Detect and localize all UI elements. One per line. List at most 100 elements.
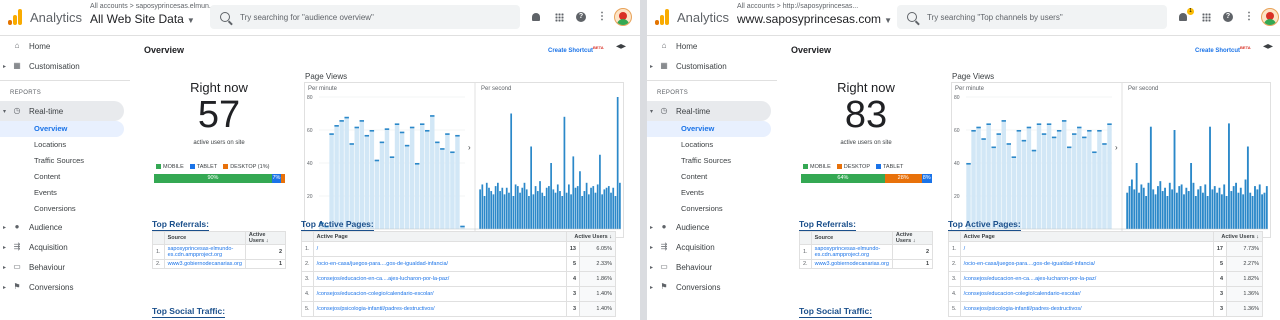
sidebar-item-content[interactable]: Content (0, 169, 130, 185)
sidebar-item-events[interactable]: Events (647, 185, 777, 201)
more-options-icon[interactable]: ⋮ (1243, 11, 1255, 23)
source-column-header[interactable]: Source (810, 231, 893, 245)
chevron-right-icon[interactable]: › (468, 143, 471, 152)
sidebar-item-customisation[interactable]: ▸ ▦ Customisation (0, 56, 130, 76)
per-second-bar (581, 196, 584, 229)
help-icon[interactable]: ? (575, 11, 587, 23)
active-page-link[interactable]: / (312, 241, 567, 257)
active-page-link[interactable]: /consejos/psicologia-infantil/padres-des… (959, 301, 1214, 317)
education-cap-icon[interactable] (1263, 44, 1273, 49)
device-share-bar: 90% 7% (154, 174, 285, 183)
active-page-column-header[interactable]: Active Page (312, 231, 567, 242)
top-active-pages-title: Top Active Pages: (948, 219, 1021, 231)
per-second-bar (523, 182, 526, 229)
sidebar-item-acquisition[interactable]: ▸ ⇶ Acquisition (0, 237, 130, 257)
per-minute-bar (455, 134, 460, 229)
per-second-bar (503, 194, 506, 229)
sidebar-item-overview[interactable]: Overview (647, 121, 771, 137)
sidebar-item-behaviour[interactable]: ▸ ▭ Behaviour (0, 257, 130, 277)
account-avatar[interactable] (1261, 8, 1279, 26)
sidebar-item-acquisition[interactable]: ▸ ⇶ Acquisition (647, 237, 777, 257)
per-second-bar (1185, 187, 1188, 229)
help-icon[interactable]: ? (1222, 11, 1234, 23)
create-shortcut-link[interactable]: Create ShortcutBETA (548, 45, 604, 54)
active-page-link[interactable]: / (959, 241, 1214, 257)
per-second-bar (519, 192, 521, 229)
sidebar-item-overview[interactable]: Overview (0, 121, 124, 137)
sidebar-item-locations[interactable]: Locations (0, 137, 130, 153)
per-second-bar (610, 192, 612, 229)
sidebar-item-events[interactable]: Events (0, 185, 130, 201)
account-selector[interactable]: All accounts > saposyprincesas.elmun... … (90, 3, 215, 25)
active-page-link[interactable]: /consejos/educacion-en-ca....ajes-luchar… (959, 271, 1214, 287)
sidebar-item-realtime[interactable]: ▾ ◷ Real-time (647, 101, 771, 121)
source-column-header[interactable]: Source (163, 231, 246, 245)
sidebar-label: Home (676, 41, 698, 51)
notifications-icon[interactable] (530, 11, 542, 23)
active-page-link[interactable]: /ocio-en-casa/juegos-para....gos-de-igua… (312, 256, 567, 272)
apps-icon[interactable] (553, 11, 565, 23)
chevron-right-icon[interactable]: › (1115, 143, 1118, 152)
per-minute-bar (354, 126, 359, 229)
per-second-bar (1206, 196, 1209, 229)
sidebar-item-traffic-sources[interactable]: Traffic Sources (0, 153, 130, 169)
analytics-logo[interactable] (655, 9, 669, 25)
dashboard-icon: ▦ (13, 61, 21, 70)
active-users-column-header[interactable]: Active Users ↓ (891, 231, 934, 245)
account-selector[interactable]: All accounts > http://saposyprincesas...… (737, 3, 892, 25)
per-second-bar (1159, 181, 1162, 229)
search-bar[interactable]: Try searching "Top channels by users" (897, 5, 1167, 29)
per-minute-bar-cap (409, 126, 415, 129)
referral-source-link[interactable]: saposyprincesas-elmundo-es.cdn.ampprojec… (163, 244, 246, 260)
sidebar-item-conversions[interactable]: ▸ ⚑ Conversions (647, 277, 777, 297)
per-second-bar (532, 194, 535, 229)
per-second-bar (579, 171, 581, 229)
referral-source-link[interactable]: www3.gobiernodecanarias.org (163, 259, 246, 269)
per-second-bar (1230, 191, 1233, 229)
active-page-column-header[interactable]: Active Page (959, 231, 1214, 242)
sidebar-item-home[interactable]: ⌂ Home (0, 36, 130, 56)
sidebar-item-conversions[interactable]: ▸ ⚑ Conversions (0, 277, 130, 297)
sidebar-item-locations[interactable]: Locations (647, 137, 777, 153)
sidebar-item-audience[interactable]: ▸ ● Audience (0, 217, 130, 237)
sidebar-item-audience[interactable]: ▸ ● Audience (647, 217, 777, 237)
more-options-icon[interactable]: ⋮ (596, 11, 608, 23)
active-page-link[interactable]: /ocio-en-casa/juegos-para....gos-de-igua… (959, 256, 1214, 272)
sidebar-item-conversions[interactable]: Conversions (647, 201, 777, 217)
search-bar[interactable]: Try searching for "audience overview" (210, 5, 520, 29)
per-second-bar (583, 191, 586, 229)
per-second-bar (1187, 191, 1190, 229)
apps-icon[interactable] (1200, 11, 1212, 23)
sidebar-item-home[interactable]: ⌂ Home (647, 36, 777, 56)
account-avatar[interactable] (614, 8, 632, 26)
per-second-bar (1258, 184, 1261, 229)
active-users-column-header[interactable]: Active Users ↓ (565, 231, 617, 242)
active-users-value: 5 (565, 256, 581, 272)
active-users-column-header[interactable]: Active Users ↓ (1212, 231, 1264, 242)
sidebar-item-behaviour[interactable]: ▸ ▭ Behaviour (647, 257, 777, 277)
create-shortcut-link[interactable]: Create ShortcutBETA (1195, 45, 1251, 54)
referral-source-link[interactable]: www3.gobiernodecanarias.org (810, 259, 893, 269)
sidebar-item-traffic-sources[interactable]: Traffic Sources (647, 153, 777, 169)
active-users-column-header[interactable]: Active Users ↓ (244, 231, 287, 245)
per-second-bar (516, 186, 519, 229)
per-second-bar (1161, 191, 1164, 229)
per-minute-bar (329, 133, 334, 229)
active-page-link[interactable]: /consejos/educacion-colegio/calendario-e… (959, 286, 1214, 302)
per-minute-label: Per minute (955, 86, 985, 92)
education-cap-icon[interactable] (616, 44, 626, 49)
active-page-link[interactable]: /consejos/educacion-en-ca....ajes-luchar… (312, 271, 567, 287)
sidebar-item-content[interactable]: Content (647, 169, 777, 185)
top-referrals-title: Top Referrals: (152, 219, 209, 231)
sidebar-item-conversions[interactable]: Conversions (0, 201, 130, 217)
per-second-bar (483, 196, 486, 229)
active-page-link[interactable]: /consejos/educacion-colegio/calendario-e… (312, 286, 567, 302)
sidebar-item-customisation[interactable]: ▸ ▦ Customisation (647, 56, 777, 76)
active-page-link[interactable]: /consejos/psicologia-infantil/padres-des… (312, 301, 567, 317)
row-number: 5. (301, 301, 314, 317)
per-second-bar (1261, 194, 1264, 229)
referral-source-link[interactable]: saposyprincesas-elmundo-es.cdn.ampprojec… (810, 244, 893, 260)
sidebar-item-realtime[interactable]: ▾ ◷ Real-time (0, 101, 124, 121)
analytics-logo[interactable] (8, 9, 22, 25)
per-second-bar (561, 196, 564, 229)
